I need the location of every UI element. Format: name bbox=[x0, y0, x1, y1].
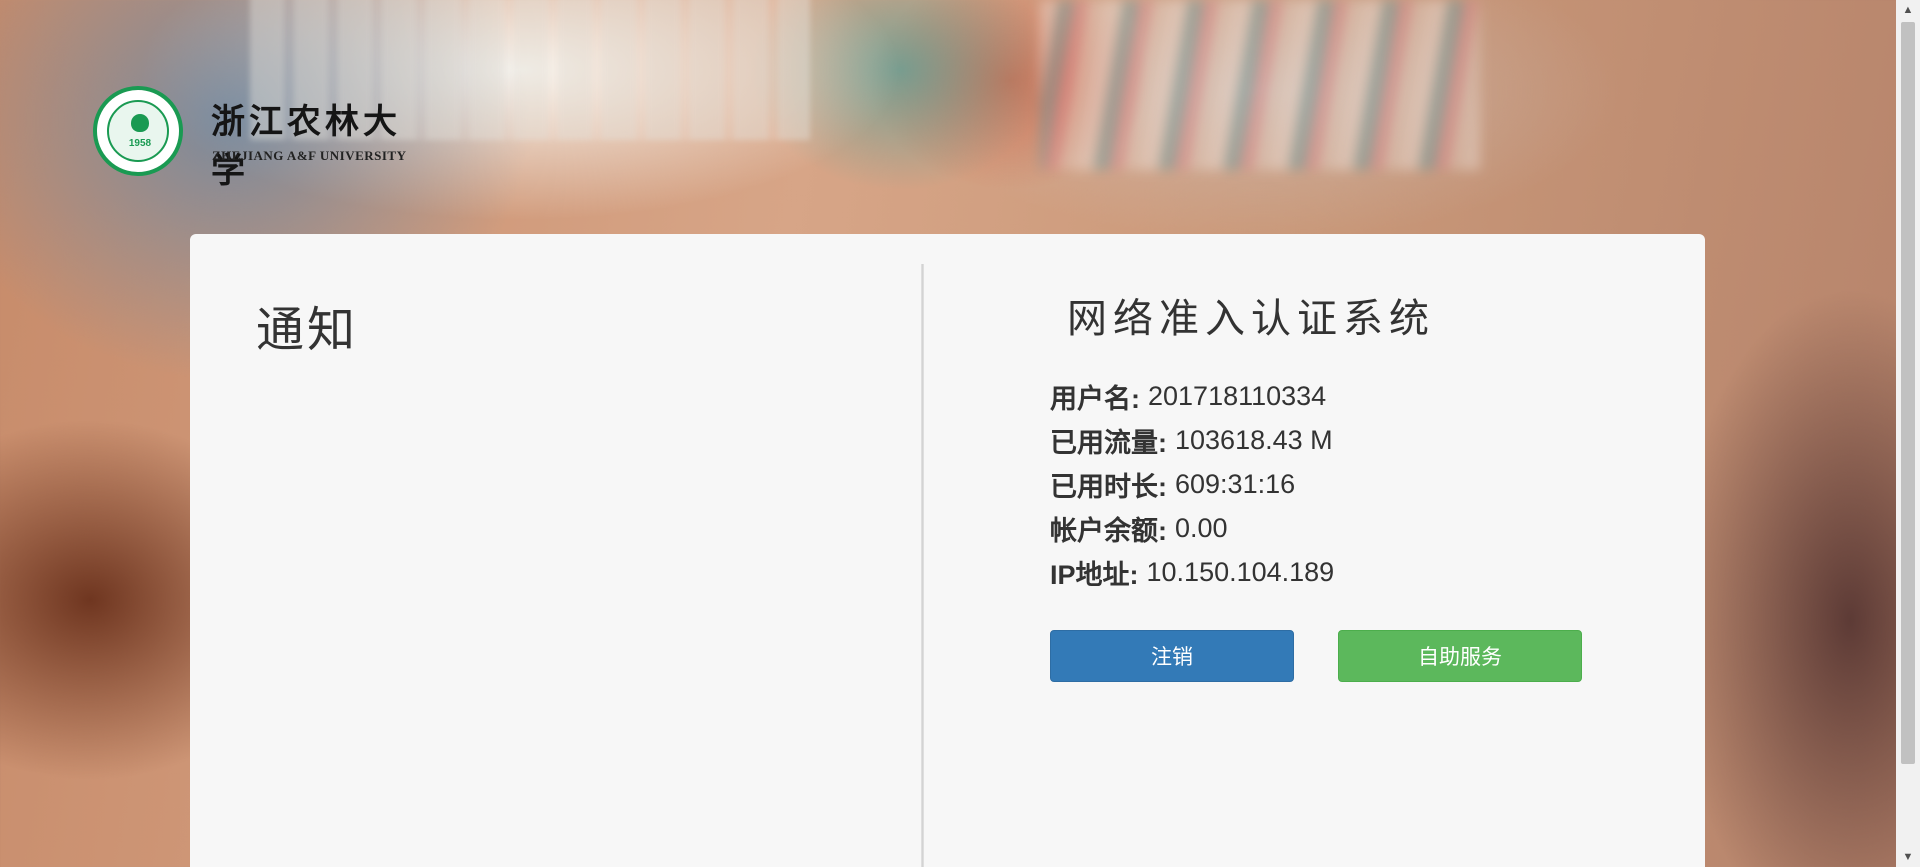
ip-value: 10.150.104.189 bbox=[1146, 556, 1335, 587]
university-emblem-icon: 1958 bbox=[93, 86, 183, 176]
notice-title: 通知 bbox=[256, 304, 359, 357]
duration-label: 已用时长: bbox=[1050, 471, 1167, 502]
info-row-duration: 已用时长: 609:31:16 bbox=[1050, 462, 1334, 506]
balance-value: 0.00 bbox=[1175, 512, 1228, 543]
account-info: 用户名: 201718110334 已用流量: 103618.43 M 已用时长… bbox=[1050, 374, 1334, 594]
duration-value: 609:31:16 bbox=[1175, 468, 1296, 499]
logo-name-cn: 浙江农林大学 bbox=[211, 102, 401, 191]
university-logo[interactable]: 1958 浙江农林大学 ZHEJIANG A&F UNIVERSITY bbox=[93, 86, 423, 191]
background-photo-books bbox=[1040, 0, 1480, 170]
logout-button[interactable]: 注销 bbox=[1050, 630, 1294, 682]
traffic-label: 已用流量: bbox=[1050, 427, 1167, 458]
username-label: 用户名: bbox=[1050, 383, 1140, 414]
page-scrollbar[interactable]: ▲ ▼ bbox=[1896, 0, 1920, 867]
info-row-username: 用户名: 201718110334 bbox=[1050, 374, 1334, 418]
ip-label: IP地址: bbox=[1050, 559, 1139, 590]
scroll-up-arrow-icon[interactable]: ▲ bbox=[1896, 0, 1920, 20]
panel-divider bbox=[921, 264, 924, 867]
balance-label: 帐户余额: bbox=[1050, 515, 1167, 546]
scrollbar-thumb[interactable] bbox=[1901, 22, 1915, 764]
main-panel: 通知 网络准入认证系统 用户名: 201718110334 已用流量: 1036… bbox=[190, 234, 1705, 867]
emblem-year: 1958 bbox=[128, 138, 152, 149]
system-title: 网络准入认证系统 bbox=[1067, 297, 1435, 341]
scroll-down-arrow-icon[interactable]: ▼ bbox=[1896, 847, 1920, 867]
self-service-button[interactable]: 自助服务 bbox=[1338, 630, 1582, 682]
info-row-balance: 帐户余额: 0.00 bbox=[1050, 506, 1334, 550]
info-row-ip: IP地址: 10.150.104.189 bbox=[1050, 550, 1334, 594]
traffic-value: 103618.43 M bbox=[1175, 424, 1333, 455]
logo-name-en: ZHEJIANG A&F UNIVERSITY bbox=[212, 148, 407, 163]
username-value: 201718110334 bbox=[1148, 380, 1327, 411]
info-row-traffic: 已用流量: 103618.43 M bbox=[1050, 418, 1334, 462]
